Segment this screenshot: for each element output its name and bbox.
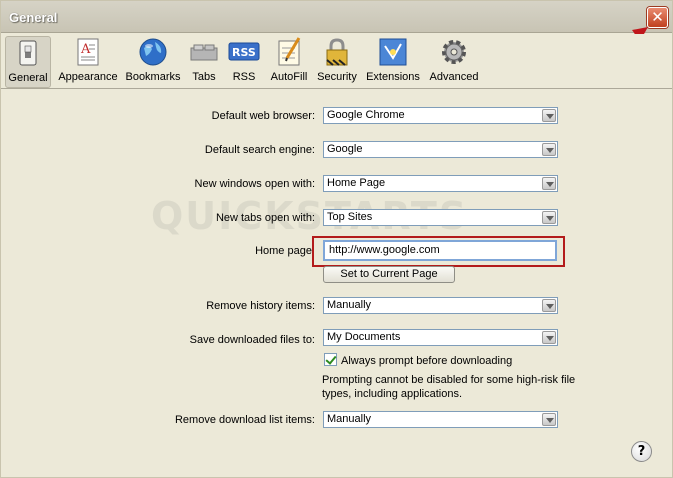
tab-bookmarks[interactable]: Bookmarks xyxy=(125,36,181,88)
pencil-form-icon xyxy=(273,36,305,68)
tab-autofill[interactable]: AutoFill xyxy=(267,36,311,88)
home-page-field[interactable]: http://www.google.com xyxy=(323,240,557,261)
default-browser-select[interactable]: Google Chrome xyxy=(323,107,558,124)
rss-badge-text: RSS xyxy=(232,46,256,59)
new-tabs-select[interactable]: Top Sites xyxy=(323,209,558,226)
always-prompt-checkbox[interactable] xyxy=(324,353,337,366)
search-engine-select[interactable]: Google xyxy=(323,141,558,158)
tab-label: Tabs xyxy=(192,71,216,83)
rss-icon: RSS xyxy=(228,36,260,68)
chevron-down-icon[interactable] xyxy=(542,299,556,312)
puzzle-icon xyxy=(377,36,409,68)
new-windows-label: New windows open with: xyxy=(194,178,315,190)
tab-label: Advanced xyxy=(429,71,479,83)
tab-label: General xyxy=(8,72,48,84)
default-browser-value: Google Chrome xyxy=(327,109,405,121)
chevron-down-icon[interactable] xyxy=(542,143,556,156)
tab-label: Bookmarks xyxy=(125,71,181,83)
switch-icon xyxy=(12,37,44,69)
question-mark-icon: ? xyxy=(637,444,646,459)
new-tabs-label: New tabs open with: xyxy=(215,212,315,224)
gear-icon xyxy=(438,36,470,68)
title-bar[interactable]: General ✕ xyxy=(1,1,672,33)
tab-label: RSS xyxy=(232,71,256,83)
set-current-page-label: Set to Current Page xyxy=(340,268,438,280)
prompt-note-line1: Prompting cannot be disabled for some hi… xyxy=(322,374,576,386)
set-current-page-button[interactable]: Set to Current Page xyxy=(323,266,455,283)
tab-label: Security xyxy=(317,71,357,83)
general-settings-panel: QUICKSTARTS Default web browser: Google … xyxy=(1,90,672,478)
home-page-label: Home page: xyxy=(255,245,315,257)
search-engine-value: Google xyxy=(327,143,363,155)
chevron-down-icon[interactable] xyxy=(542,413,556,426)
tab-security[interactable]: Security xyxy=(315,36,359,88)
remove-history-select[interactable]: Manually xyxy=(323,297,558,314)
tab-label: Extensions xyxy=(366,71,420,83)
always-prompt-label: Always prompt before downloading xyxy=(341,355,513,367)
remove-history-label: Remove history items: xyxy=(206,300,315,312)
preferences-toolbar: General A Appearance Bookmarks Tabs RSS … xyxy=(1,34,672,89)
search-engine-label: Default search engine: xyxy=(204,144,315,156)
save-downloads-label: Save downloaded files to: xyxy=(189,334,315,346)
new-windows-select[interactable]: Home Page xyxy=(323,175,558,192)
help-button[interactable]: ? xyxy=(631,441,652,462)
save-downloads-select[interactable]: My Documents xyxy=(323,329,558,346)
window-title: General xyxy=(9,10,58,25)
tab-advanced[interactable]: Advanced xyxy=(427,36,481,88)
chevron-down-icon[interactable] xyxy=(542,211,556,224)
chevron-down-icon[interactable] xyxy=(542,109,556,122)
chevron-down-icon[interactable] xyxy=(542,331,556,344)
default-browser-label: Default web browser: xyxy=(211,110,315,122)
tab-rss[interactable]: RSS RSS xyxy=(227,36,261,88)
remove-download-list-select[interactable]: Manually xyxy=(323,411,558,428)
chevron-down-icon[interactable] xyxy=(542,177,556,190)
tab-label: Appearance xyxy=(58,71,118,83)
tab-label: AutoFill xyxy=(270,71,308,83)
tabs-icon xyxy=(188,36,220,68)
new-windows-value: Home Page xyxy=(327,177,386,189)
tab-extensions[interactable]: Extensions xyxy=(365,36,421,88)
remove-download-list-label: Remove download list items: xyxy=(174,414,315,426)
new-tabs-value: Top Sites xyxy=(327,211,373,223)
tab-general[interactable]: General xyxy=(5,36,51,88)
home-page-value: http://www.google.com xyxy=(329,244,440,256)
save-downloads-value: My Documents xyxy=(327,331,401,343)
globe-icon xyxy=(137,36,169,68)
remove-history-value: Manually xyxy=(327,299,372,311)
preferences-window: General ✕ General A Appearance Bookmarks xyxy=(0,0,673,478)
prompt-note-line2: types, including applications. xyxy=(322,388,463,400)
lock-icon xyxy=(321,36,353,68)
font-page-icon: A xyxy=(72,36,104,68)
tab-tabs[interactable]: Tabs xyxy=(187,36,221,88)
remove-download-list-value: Manually xyxy=(327,413,372,425)
tab-appearance[interactable]: A Appearance xyxy=(57,36,119,88)
